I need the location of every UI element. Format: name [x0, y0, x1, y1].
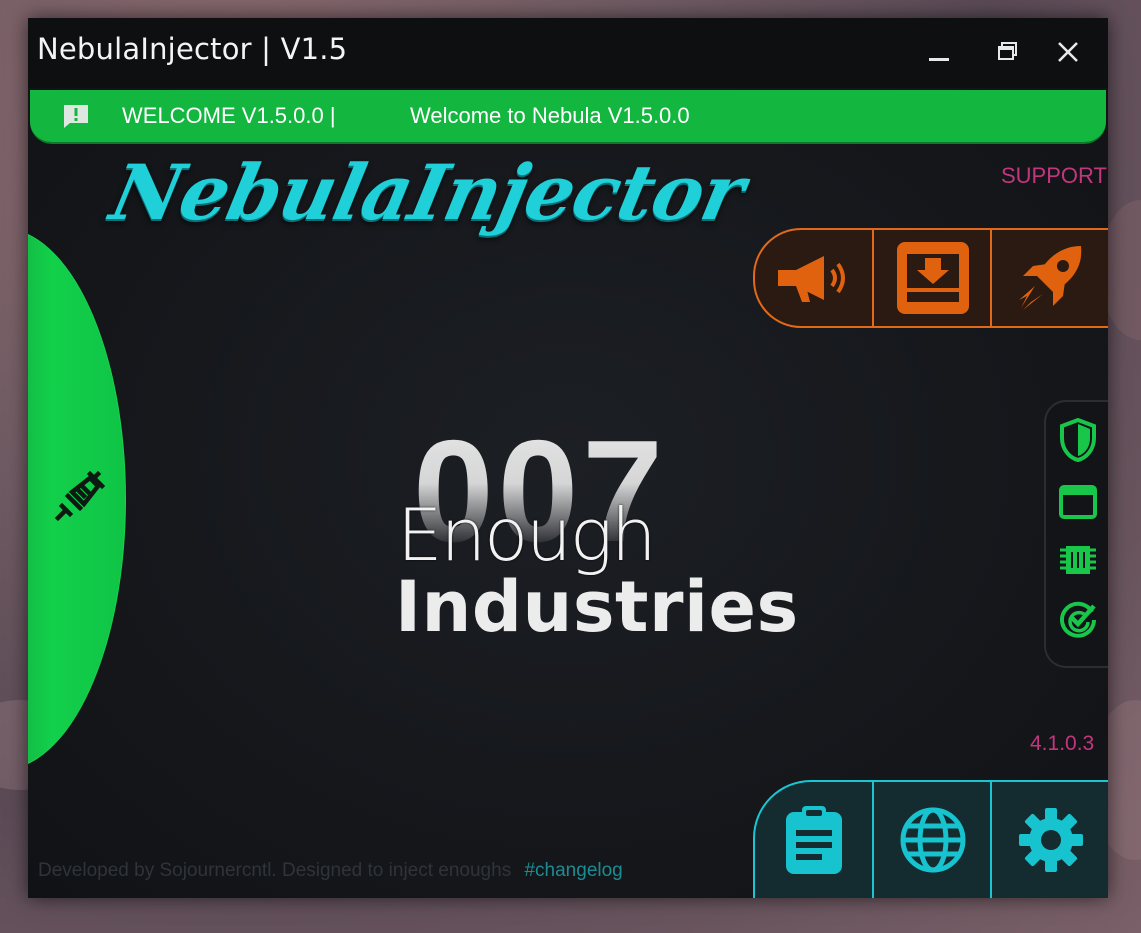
- close-button[interactable]: [1048, 32, 1088, 72]
- banner-message: Welcome to Nebula V1.5.0.0: [410, 103, 690, 128]
- title-bar: NebulaInjector | V1.5: [28, 18, 1108, 88]
- logo-line-2: Industries: [395, 566, 799, 648]
- close-icon: [1058, 42, 1078, 62]
- globe-icon: [900, 807, 965, 873]
- welcome-banner: WELCOME V1.5.0.0 | Welcome to Nebula V1.…: [30, 90, 1106, 144]
- megaphone-icon: [777, 256, 845, 302]
- banner-title: WELCOME V1.5.0.0 |: [122, 103, 336, 128]
- maximize-button[interactable]: [988, 32, 1028, 72]
- announcements-button[interactable]: [755, 230, 872, 326]
- footer: Developed by Sojournercntl. Designed to …: [38, 860, 623, 882]
- support-link[interactable]: SUPPORT: [1001, 163, 1107, 189]
- logo-line-1: Enough: [397, 493, 657, 577]
- changelog-button[interactable]: [755, 782, 872, 898]
- minimize-icon: [929, 58, 949, 61]
- clipboard-icon: [785, 806, 842, 874]
- syringe-icon: [50, 470, 106, 530]
- shield-icon[interactable]: [1058, 418, 1098, 462]
- version-label: 4.1.0.3: [1030, 732, 1095, 755]
- check-circle-icon[interactable]: [1058, 598, 1098, 638]
- changelog-link[interactable]: #changelog: [524, 860, 622, 881]
- download-tray-icon: [896, 242, 969, 314]
- restore-icon: [998, 42, 1017, 60]
- download-button[interactable]: [872, 230, 991, 326]
- window-icon[interactable]: [1058, 482, 1098, 522]
- app-window: NebulaInjector | V1.5 WELCOME V1.5.0.0 |…: [28, 18, 1108, 898]
- teal-toolbar: [753, 780, 1108, 898]
- rocket-icon: [1018, 246, 1081, 310]
- settings-button[interactable]: [990, 782, 1108, 898]
- launch-button[interactable]: [990, 230, 1108, 326]
- brand-logo: 007 Enough Industries: [393, 410, 798, 658]
- app-logo: NebulaInjector: [103, 148, 752, 237]
- alert-message-icon: [62, 103, 90, 133]
- footer-credit: Developed by Sojournercntl. Designed to …: [38, 860, 512, 881]
- window-title: NebulaInjector | V1.5: [37, 32, 348, 66]
- website-button[interactable]: [872, 782, 991, 898]
- gear-icon: [1018, 808, 1083, 872]
- orange-toolbar: [753, 228, 1108, 328]
- minimize-button[interactable]: [919, 32, 959, 72]
- chip-icon[interactable]: [1058, 540, 1098, 580]
- status-panel: [1044, 400, 1108, 668]
